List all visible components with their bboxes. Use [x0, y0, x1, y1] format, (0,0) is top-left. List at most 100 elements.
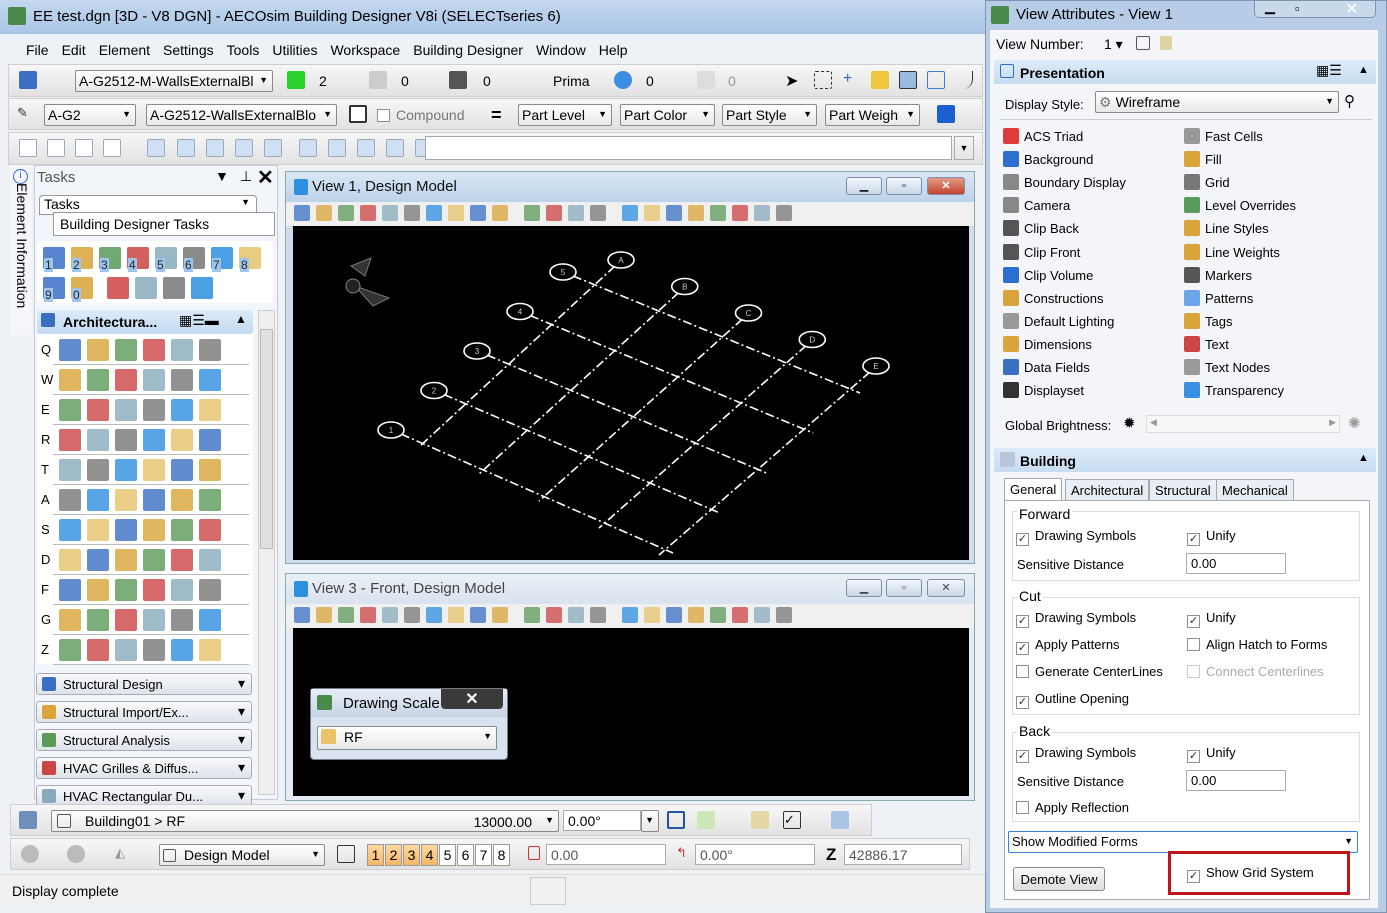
view-control-icon[interactable]	[568, 205, 584, 221]
view-tool-icon[interactable]	[75, 139, 93, 157]
menu-file[interactable]: File	[26, 42, 49, 58]
presentation-item[interactable]: Grid	[1184, 174, 1230, 191]
priority-icon[interactable]	[697, 71, 715, 89]
lineweight-value[interactable]: 0	[483, 73, 491, 89]
architectural-tool-icon[interactable]	[115, 339, 137, 361]
view-control-icon[interactable]	[382, 607, 398, 623]
architectural-tool-icon[interactable]	[143, 639, 165, 661]
architectural-tool-icon[interactable]	[87, 489, 109, 511]
presentation-item[interactable]: Clip Back	[1003, 220, 1079, 237]
view-control-icon[interactable]	[294, 607, 310, 623]
view-control-icon[interactable]	[294, 205, 310, 221]
presentation-item[interactable]: Default Lighting	[1003, 312, 1114, 329]
view-control-icon[interactable]	[688, 205, 704, 221]
priority-value[interactable]: 0	[728, 73, 736, 89]
presentation-item[interactable]: Level Overrides	[1184, 197, 1296, 214]
apply-reflection-checkbox[interactable]: Apply Reflection	[1016, 800, 1129, 815]
presentation-item[interactable]: Transparency	[1184, 382, 1284, 399]
view-control-icon[interactable]	[710, 205, 726, 221]
quick-tool-0[interactable]: 0	[71, 277, 93, 302]
view-toggle-4[interactable]: 4	[421, 844, 438, 866]
view-control-icon[interactable]	[316, 205, 332, 221]
architectural-tool-icon[interactable]	[87, 639, 109, 661]
architectural-tool-icon[interactable]	[199, 429, 221, 451]
architectural-tool-icon[interactable]	[143, 459, 165, 481]
display-style-combo[interactable]: ⚙ Wireframe	[1095, 91, 1339, 113]
back-icon[interactable]	[21, 845, 39, 863]
architectural-tool-icon[interactable]	[59, 339, 81, 361]
view-mode-icons[interactable]: ▦☰▬	[179, 312, 219, 329]
angle-dropdown[interactable]	[641, 810, 659, 832]
pen-icon[interactable]: ✎	[17, 105, 35, 123]
view-control-icon[interactable]	[590, 205, 606, 221]
grid-layers-icon[interactable]	[831, 811, 849, 829]
architectural-tool-icon[interactable]	[115, 579, 137, 601]
architectural-tool-icon[interactable]	[171, 549, 193, 571]
model-combo[interactable]: Design Model	[159, 844, 325, 866]
architectural-tool-icon[interactable]	[199, 639, 221, 661]
quick-tool-1[interactable]: 1	[43, 247, 65, 272]
search-icon[interactable]: ⚲	[1344, 92, 1355, 110]
view-tool-icon[interactable]	[206, 139, 224, 157]
architectural-tool-icon[interactable]	[87, 399, 109, 421]
part-weight-combo[interactable]: Part Weigh	[825, 104, 920, 126]
presentation-item[interactable]: Constructions	[1003, 289, 1103, 306]
part-combo[interactable]: A-G2512-WallsExternalBlo	[146, 104, 337, 126]
class-value[interactable]: Prima	[553, 73, 590, 89]
close-button[interactable]: ✕	[1345, 0, 1358, 19]
view-toggle-7[interactable]: 7	[475, 844, 492, 866]
view-tool-icon[interactable]	[299, 139, 317, 157]
building-header[interactable]: Building ▲	[994, 448, 1376, 472]
architectural-tool-icon[interactable]	[59, 639, 81, 661]
architectural-tool-icon[interactable]	[115, 489, 137, 511]
view-tool-icon[interactable]	[328, 139, 346, 157]
level-manager-icon[interactable]	[19, 71, 37, 89]
view-control-icon[interactable]	[568, 607, 584, 623]
view-control-icon[interactable]	[404, 607, 420, 623]
presentation-item[interactable]: Line Weights	[1184, 243, 1280, 260]
architectural-tool-icon[interactable]	[59, 399, 81, 421]
task-group-0[interactable]: Structural Design	[36, 673, 252, 695]
view-control-icon[interactable]	[666, 607, 682, 623]
architectural-tool-icon[interactable]	[199, 399, 221, 421]
floor-display-icon[interactable]	[697, 811, 715, 829]
view-control-icon[interactable]	[590, 607, 606, 623]
architectural-tool-icon[interactable]	[171, 399, 193, 421]
minimize-button[interactable]: ▁	[846, 177, 882, 195]
presentation-item[interactable]: Text Nodes	[1184, 359, 1270, 375]
architectural-tool-icon[interactable]	[59, 459, 81, 481]
architectural-tool-icon[interactable]	[115, 549, 137, 571]
quick-tool-8[interactable]: 8	[239, 247, 261, 272]
presentation-item[interactable]: Dimensions	[1003, 335, 1092, 352]
arc-icon[interactable]	[955, 71, 973, 89]
compound-toggle[interactable]: Compound	[377, 104, 485, 126]
part-color-combo[interactable]: Part Color	[620, 104, 715, 126]
view-control-icon[interactable]	[492, 205, 508, 221]
presentation-item[interactable]: Fast Cells	[1184, 128, 1263, 144]
grid-check-icon[interactable]: ✓	[783, 811, 801, 829]
view-tool-icon[interactable]	[235, 139, 253, 157]
back-drawing-symbols-checkbox[interactable]: ✓ Drawing Symbols	[1016, 745, 1136, 763]
architectural-tool-icon[interactable]	[199, 339, 221, 361]
architectural-tool-icon[interactable]	[87, 549, 109, 571]
quick-tool-icon[interactable]	[107, 277, 129, 299]
presentation-item[interactable]: Text	[1184, 335, 1229, 352]
architectural-tool-icon[interactable]	[143, 489, 165, 511]
quick-tool-6[interactable]: 6	[183, 247, 205, 272]
view-control-icon[interactable]	[360, 205, 376, 221]
view-control-icon[interactable]	[710, 607, 726, 623]
tasks-scrollbar[interactable]	[258, 310, 275, 795]
quick-tool-icon[interactable]	[135, 277, 157, 299]
architectural-tool-icon[interactable]	[199, 579, 221, 601]
presentation-item[interactable]: Markers	[1184, 266, 1252, 283]
architectural-tool-icon[interactable]	[87, 579, 109, 601]
menu-tools[interactable]: Tools	[227, 42, 260, 58]
grid-list-icon[interactable]	[751, 811, 769, 829]
view-toggle-3[interactable]: 3	[403, 844, 420, 866]
architectural-tool-icon[interactable]	[87, 429, 109, 451]
architectural-tool-icon[interactable]	[199, 549, 221, 571]
view-toggle-2[interactable]: 2	[385, 844, 402, 866]
presentation-item[interactable]: Line Styles	[1184, 220, 1269, 237]
architectural-section-header[interactable]: Architectura... ▦☰▬ ▲	[37, 310, 253, 334]
floor-combo[interactable]: Building01 > RF 13000.00	[51, 810, 559, 832]
